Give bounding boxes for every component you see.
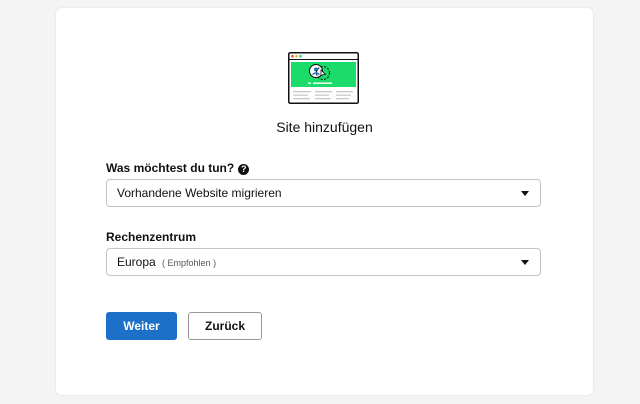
chevron-down-icon <box>521 260 529 265</box>
next-button[interactable]: Weiter <box>106 312 177 340</box>
website-migration-illustration <box>288 52 359 104</box>
chevron-down-icon <box>521 191 529 196</box>
dialog-title: Site hinzufügen <box>276 119 373 135</box>
datacenter-label: Rechenzentrum <box>106 230 197 244</box>
recommended-hint: ( Empfohlen ) <box>162 258 217 268</box>
purpose-label-text: Was möchtest du tun? <box>106 161 235 175</box>
purpose-select-value: Vorhandene Website migrieren <box>117 186 282 200</box>
back-button[interactable]: Zurück <box>188 312 262 340</box>
add-site-card: Site hinzufügen Was möchtest du tun?? Vo… <box>56 8 593 395</box>
datacenter-select-value: Europa <box>117 255 156 269</box>
purpose-label: Was möchtest du tun?? <box>106 161 250 175</box>
question-circle-icon[interactable]: ? <box>238 164 250 175</box>
datacenter-select[interactable]: Europa ( Empfohlen ) <box>106 248 541 276</box>
purpose-select[interactable]: Vorhandene Website migrieren <box>106 179 541 207</box>
